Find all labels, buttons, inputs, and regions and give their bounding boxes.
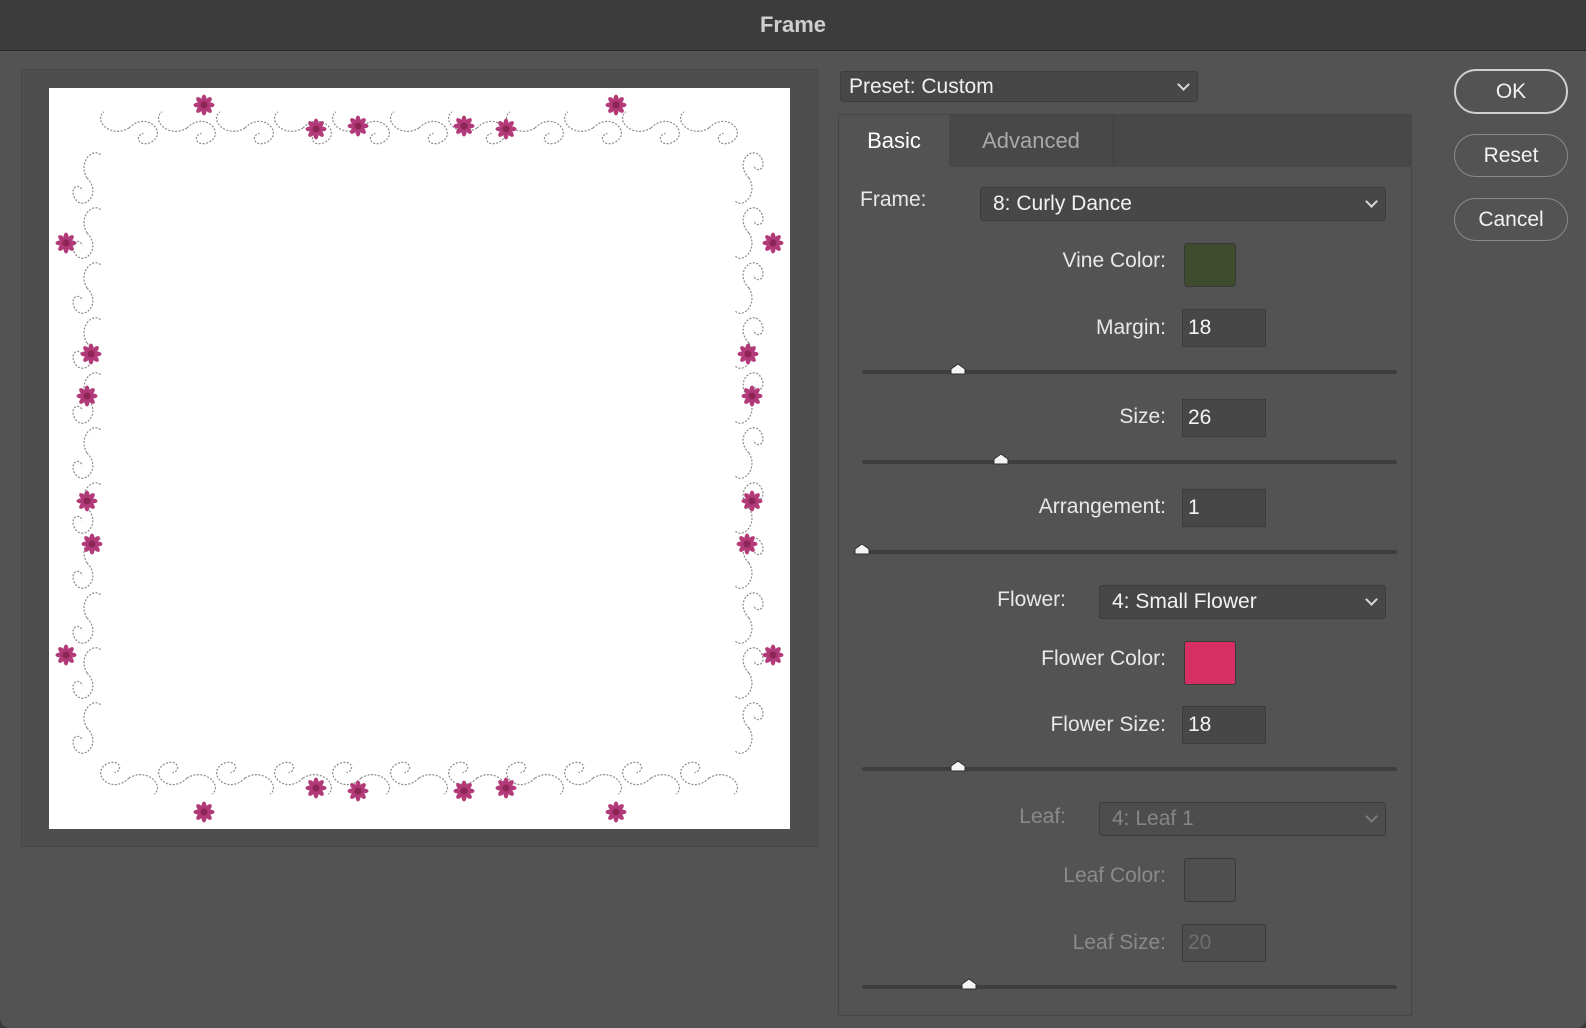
vine-color-swatch[interactable]	[1184, 243, 1236, 287]
flower-size-slider-track[interactable]	[862, 767, 1397, 771]
margin-field[interactable]: 18	[1182, 309, 1266, 347]
frame-dropdown-value: 8: Curly Dance	[993, 192, 1132, 215]
margin-slider-thumb[interactable]	[950, 363, 966, 375]
frame-dialog: Frame Preset: Custom OK Reset Cancel Bas…	[0, 0, 1586, 1028]
tab-basic[interactable]: Basic	[839, 115, 949, 167]
margin-slider-track[interactable]	[862, 370, 1397, 374]
leaf-size-label: Leaf Size:	[1072, 931, 1166, 954]
leaf-size-field[interactable]: 20	[1182, 924, 1266, 962]
cancel-button[interactable]: Cancel	[1454, 198, 1568, 241]
tab-advanced[interactable]: Advanced	[949, 115, 1114, 167]
leaf-color-swatch[interactable]	[1184, 858, 1236, 902]
arrangement-label: Arrangement:	[1038, 495, 1166, 518]
arrangement-field[interactable]: 1	[1182, 489, 1266, 527]
chevron-down-icon	[1177, 77, 1190, 91]
chevron-down-icon	[1365, 195, 1378, 208]
frame-preview-graphic	[55, 94, 784, 823]
arrangement-slider-track[interactable]	[862, 550, 1397, 554]
leaf-size-slider-thumb[interactable]	[961, 978, 977, 990]
frame-dropdown[interactable]: 8: Curly Dance	[980, 187, 1386, 221]
frame-label: Frame:	[860, 188, 927, 211]
flower-size-label: Flower Size:	[1050, 713, 1166, 736]
flower-size-slider-thumb[interactable]	[950, 760, 966, 772]
dialog-title: Frame	[759, 12, 827, 37]
size-slider-thumb[interactable]	[993, 453, 1009, 465]
frame-preview	[49, 88, 790, 829]
leaf-dropdown[interactable]: 4: Leaf 1	[1099, 802, 1386, 836]
vine-color-label: Vine Color:	[1062, 249, 1166, 272]
flower-color-swatch[interactable]	[1184, 641, 1236, 685]
preset-dropdown[interactable]: Preset: Custom	[840, 71, 1198, 102]
title-bar: Frame	[0, 0, 1586, 51]
leaf-label: Leaf:	[1019, 805, 1066, 828]
reset-button[interactable]: Reset	[1454, 134, 1568, 177]
flower-size-field[interactable]: 18	[1182, 706, 1266, 744]
size-field[interactable]: 26	[1182, 399, 1266, 437]
margin-label: Margin:	[1095, 316, 1166, 339]
arrangement-slider-thumb[interactable]	[854, 543, 870, 555]
size-label: Size:	[1119, 405, 1166, 428]
tab-bar: Basic Advanced	[839, 115, 1411, 167]
chevron-down-icon	[1365, 593, 1378, 606]
flower-dropdown-value: 4: Small Flower	[1112, 590, 1257, 613]
flower-label: Flower:	[997, 588, 1066, 611]
size-slider-track[interactable]	[862, 460, 1397, 464]
flower-color-label: Flower Color:	[1041, 647, 1166, 670]
leaf-dropdown-value: 4: Leaf 1	[1112, 807, 1194, 830]
chevron-down-icon	[1365, 810, 1378, 823]
preset-label: Preset: Custom	[849, 74, 994, 98]
leaf-color-label: Leaf Color:	[1063, 864, 1166, 887]
leaf-size-slider-track[interactable]	[862, 985, 1397, 989]
ok-button[interactable]: OK	[1454, 69, 1568, 114]
flower-dropdown[interactable]: 4: Small Flower	[1099, 585, 1386, 619]
